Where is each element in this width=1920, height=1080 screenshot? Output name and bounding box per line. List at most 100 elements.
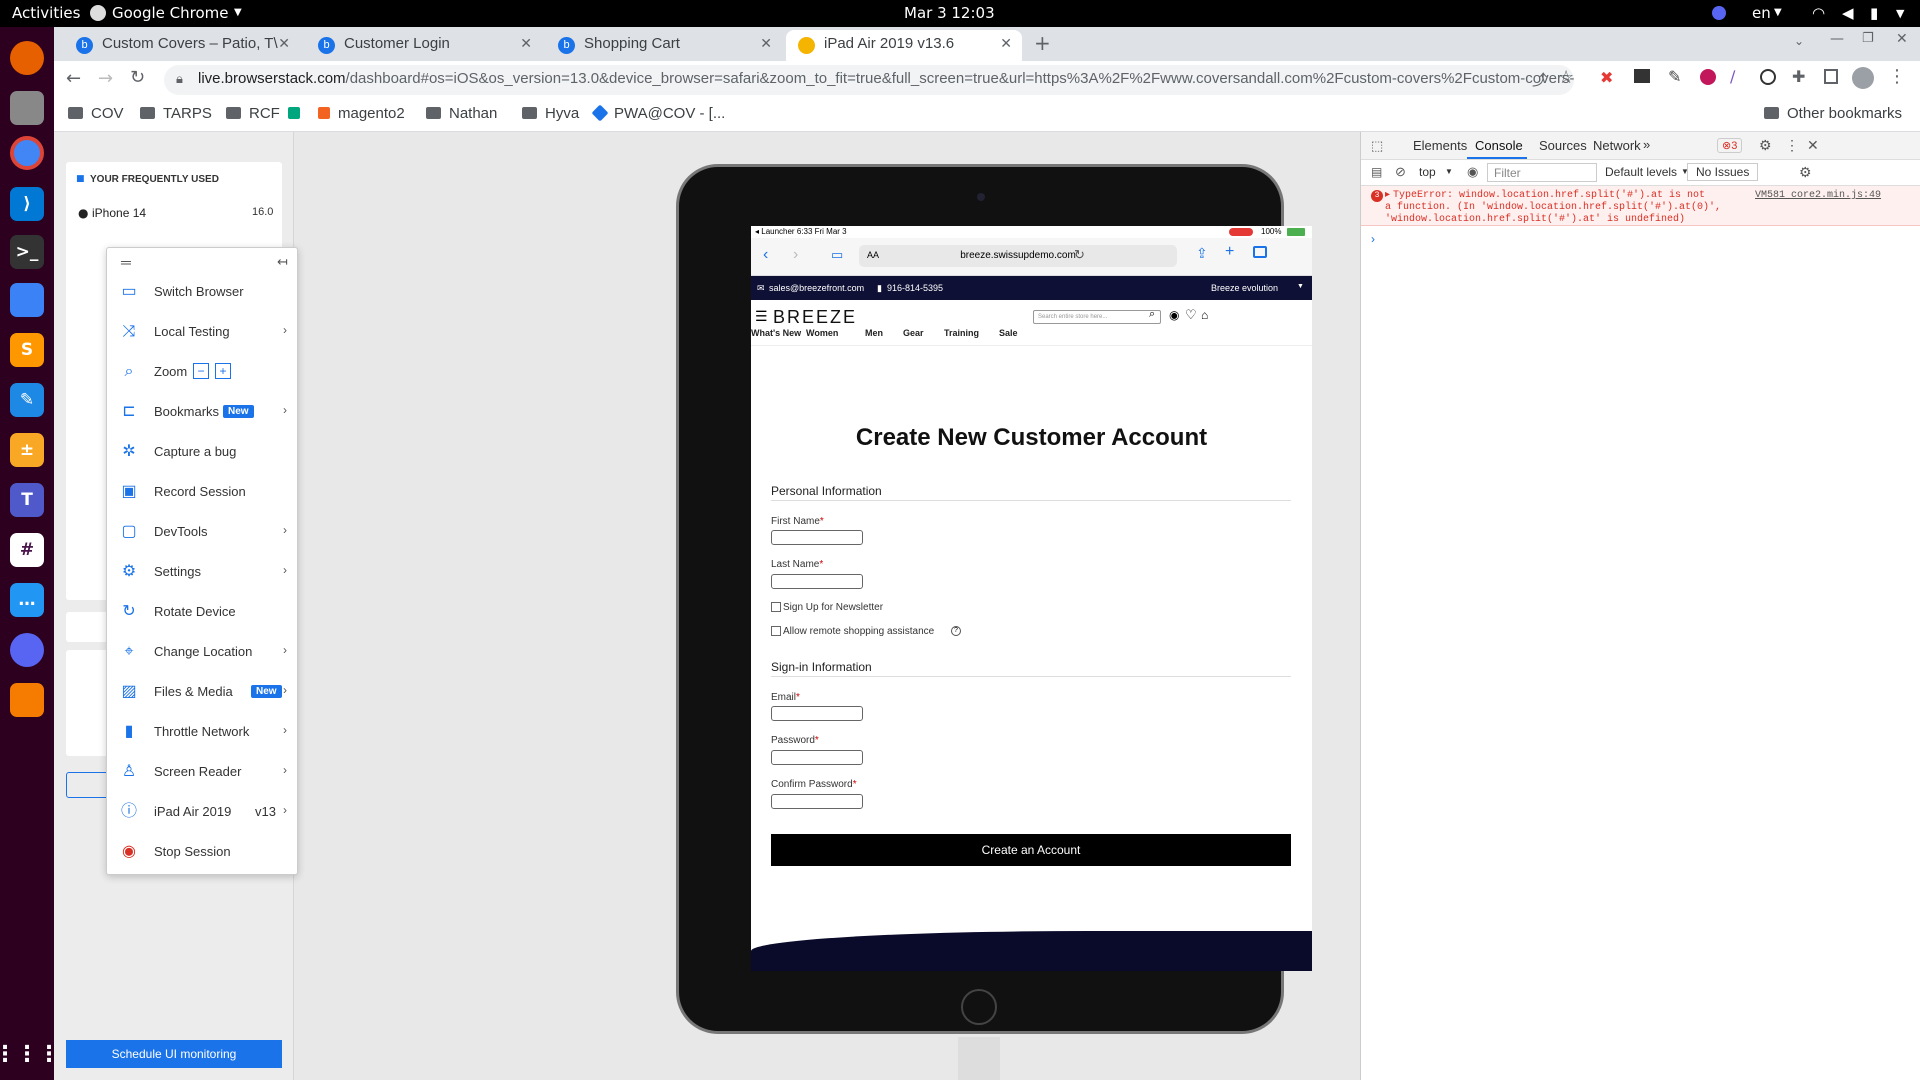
last-name-field[interactable] — [771, 574, 863, 589]
first-name-field[interactable] — [771, 530, 863, 545]
store-logo[interactable]: BREEZE — [773, 307, 857, 328]
menu-item-files-media[interactable]: ▨ Files & Media New › — [107, 672, 297, 712]
sublime-icon[interactable]: S — [10, 333, 44, 367]
close-icon[interactable]: ✕ — [1807, 137, 1819, 154]
store-switcher[interactable]: Breeze evolution — [1211, 283, 1278, 293]
context-selector[interactable]: top — [1419, 165, 1436, 179]
email-field[interactable] — [771, 706, 863, 721]
photos-icon[interactable] — [10, 683, 44, 717]
menu-item-throttle-network[interactable]: ▮ Throttle Network › — [107, 712, 297, 752]
tab-network[interactable]: Network — [1593, 138, 1641, 153]
nav-item[interactable]: Training — [944, 328, 979, 338]
menu-item-capture-a-bug[interactable]: ✲ Capture a bug — [107, 432, 297, 472]
menu-item-settings[interactable]: ⚙ Settings › — [107, 552, 297, 592]
more-tabs-icon[interactable]: » — [1643, 137, 1650, 152]
battery-icon[interactable]: ▮ — [1870, 4, 1878, 22]
password-field[interactable] — [771, 750, 863, 765]
back-icon[interactable]: ← — [66, 68, 81, 89]
console-error-message[interactable]: 3 ▸ TypeError: window.location.href.spli… — [1361, 186, 1920, 226]
inspect-icon[interactable]: ⬚ — [1371, 138, 1383, 154]
menu-item-local-testing[interactable]: ⤨ Local Testing › — [107, 312, 297, 352]
store-phone[interactable]: 916-814-5395 — [887, 283, 943, 293]
bookmark-folder[interactable]: Hyva — [522, 105, 579, 122]
text-editor-icon[interactable]: ✎ — [10, 383, 44, 417]
create-account-button[interactable]: Create an Account — [771, 834, 1291, 866]
menu-icon[interactable]: ☰ — [755, 308, 768, 325]
chat-icon[interactable]: … — [10, 583, 44, 617]
activities-button[interactable]: Activities — [12, 4, 80, 22]
store-search-input[interactable]: Search entire store here... — [1033, 310, 1161, 324]
menu-item-rotate-device[interactable]: ↻ Rotate Device — [107, 592, 297, 632]
zoom-in-button[interactable]: + — [215, 363, 231, 379]
bookmark-folder[interactable]: TARPS — [140, 105, 212, 122]
reload-icon[interactable]: ↻ — [130, 67, 145, 88]
language-indicator[interactable]: en — [1752, 4, 1771, 22]
bookmark-link[interactable] — [288, 105, 308, 122]
store-email[interactable]: sales@breezefront.com — [769, 283, 864, 293]
confirm-password-field[interactable] — [771, 794, 863, 809]
menu-item-record-session[interactable]: ▣ Record Session — [107, 472, 297, 512]
menu-item-bookmarks[interactable]: ⊏ Bookmarks New › — [107, 392, 297, 432]
eye-icon[interactable]: ◉ — [1467, 164, 1478, 180]
menu-item-stop-session[interactable]: ◉ Stop Session — [107, 832, 297, 872]
home-button[interactable] — [961, 989, 997, 1025]
profile-avatar-icon[interactable] — [1852, 67, 1874, 89]
extension-icon[interactable]: ∕ — [1730, 67, 1735, 86]
tab[interactable]: b Customer Login ✕ — [306, 30, 542, 61]
share-icon[interactable]: ⤴ — [1532, 69, 1547, 90]
wifi-icon[interactable]: ◠ — [1812, 4, 1825, 22]
error-source-link[interactable]: VM581 core2.min.js:49 — [1755, 190, 1881, 202]
bookmark-link[interactable]: PWA@COV - [... — [591, 104, 725, 122]
files-icon[interactable] — [10, 91, 44, 125]
tray-app-icon[interactable] — [1712, 6, 1726, 20]
tab[interactable]: b Custom Covers – Patio, T\ ✕ — [64, 30, 300, 61]
share-icon[interactable]: ⇪ — [1196, 245, 1208, 262]
minimize-icon[interactable]: — — [1830, 31, 1844, 47]
back-icon[interactable]: ‹ — [763, 246, 768, 264]
close-icon[interactable]: ✕ — [760, 35, 772, 52]
schedule-ui-monitoring-button[interactable]: Schedule UI monitoring — [66, 1040, 282, 1068]
error-counter[interactable]: ⊗3 — [1717, 138, 1743, 153]
nav-item[interactable]: What's New — [751, 328, 801, 338]
terminal-icon[interactable]: >_ — [10, 235, 44, 269]
extension-icon[interactable] — [1634, 69, 1650, 83]
bookmark-folder[interactable]: COV — [68, 105, 124, 122]
zoom-out-button[interactable]: − — [193, 363, 209, 379]
tab-console[interactable]: Console — [1475, 138, 1523, 153]
menu-item-ipad-air-2019[interactable]: ⓘ iPad Air 2019 v13 › — [107, 792, 297, 832]
account-icon[interactable]: ◉ — [1169, 308, 1179, 322]
close-window-icon[interactable]: ✕ — [1896, 31, 1908, 47]
safari-address-bar[interactable]: AA ↻ breeze.swissupdemo.com — [859, 245, 1177, 267]
extensions-puzzle-icon[interactable]: ✚ — [1792, 67, 1805, 86]
chrome-icon[interactable] — [10, 136, 44, 170]
app-grid-icon[interactable]: ⋮⋮⋮ — [0, 1037, 60, 1071]
nav-item[interactable]: Men — [865, 328, 883, 338]
bookmark-folder[interactable]: RCF — [226, 105, 280, 122]
close-icon[interactable]: ✕ — [278, 35, 290, 52]
bookmark-folder[interactable]: Nathan — [426, 105, 497, 122]
firefox-icon[interactable] — [10, 41, 44, 75]
menu-item-switch-browser[interactable]: ▭ Switch Browser — [107, 272, 297, 312]
more-options-icon[interactable]: ⋮ — [1785, 137, 1799, 154]
cart-icon[interactable]: ⌂ — [1201, 308, 1208, 322]
menu-item-devtools[interactable]: ▢ DevTools › — [107, 512, 297, 552]
nav-item[interactable]: Sale — [999, 328, 1018, 338]
tab-sources[interactable]: Sources — [1539, 138, 1587, 153]
issues-button[interactable]: No Issues — [1687, 163, 1759, 181]
collapse-icon[interactable]: ↤ — [277, 254, 288, 270]
forward-icon[interactable]: › — [793, 246, 798, 264]
extension-icon[interactable]: ✖ — [1600, 68, 1613, 87]
gear-icon[interactable]: ⚙ — [1799, 164, 1812, 181]
device-name[interactable]: iPhone 14 — [92, 206, 146, 220]
gear-icon[interactable]: ⚙ — [1759, 137, 1772, 154]
forward-icon[interactable]: → — [98, 68, 113, 89]
teams-icon[interactable]: T — [10, 483, 44, 517]
nav-item[interactable]: Women — [806, 328, 838, 338]
extension-icon[interactable] — [1700, 69, 1716, 85]
device-version[interactable]: 16.0 — [252, 206, 273, 218]
search-icon[interactable]: ⌕ — [1149, 308, 1155, 321]
console-filter-input[interactable]: Filter — [1487, 163, 1597, 182]
remote-assist-checkbox[interactable] — [771, 626, 781, 636]
nav-item[interactable]: Gear — [903, 328, 924, 338]
other-bookmarks[interactable]: Other bookmarks — [1764, 105, 1902, 122]
